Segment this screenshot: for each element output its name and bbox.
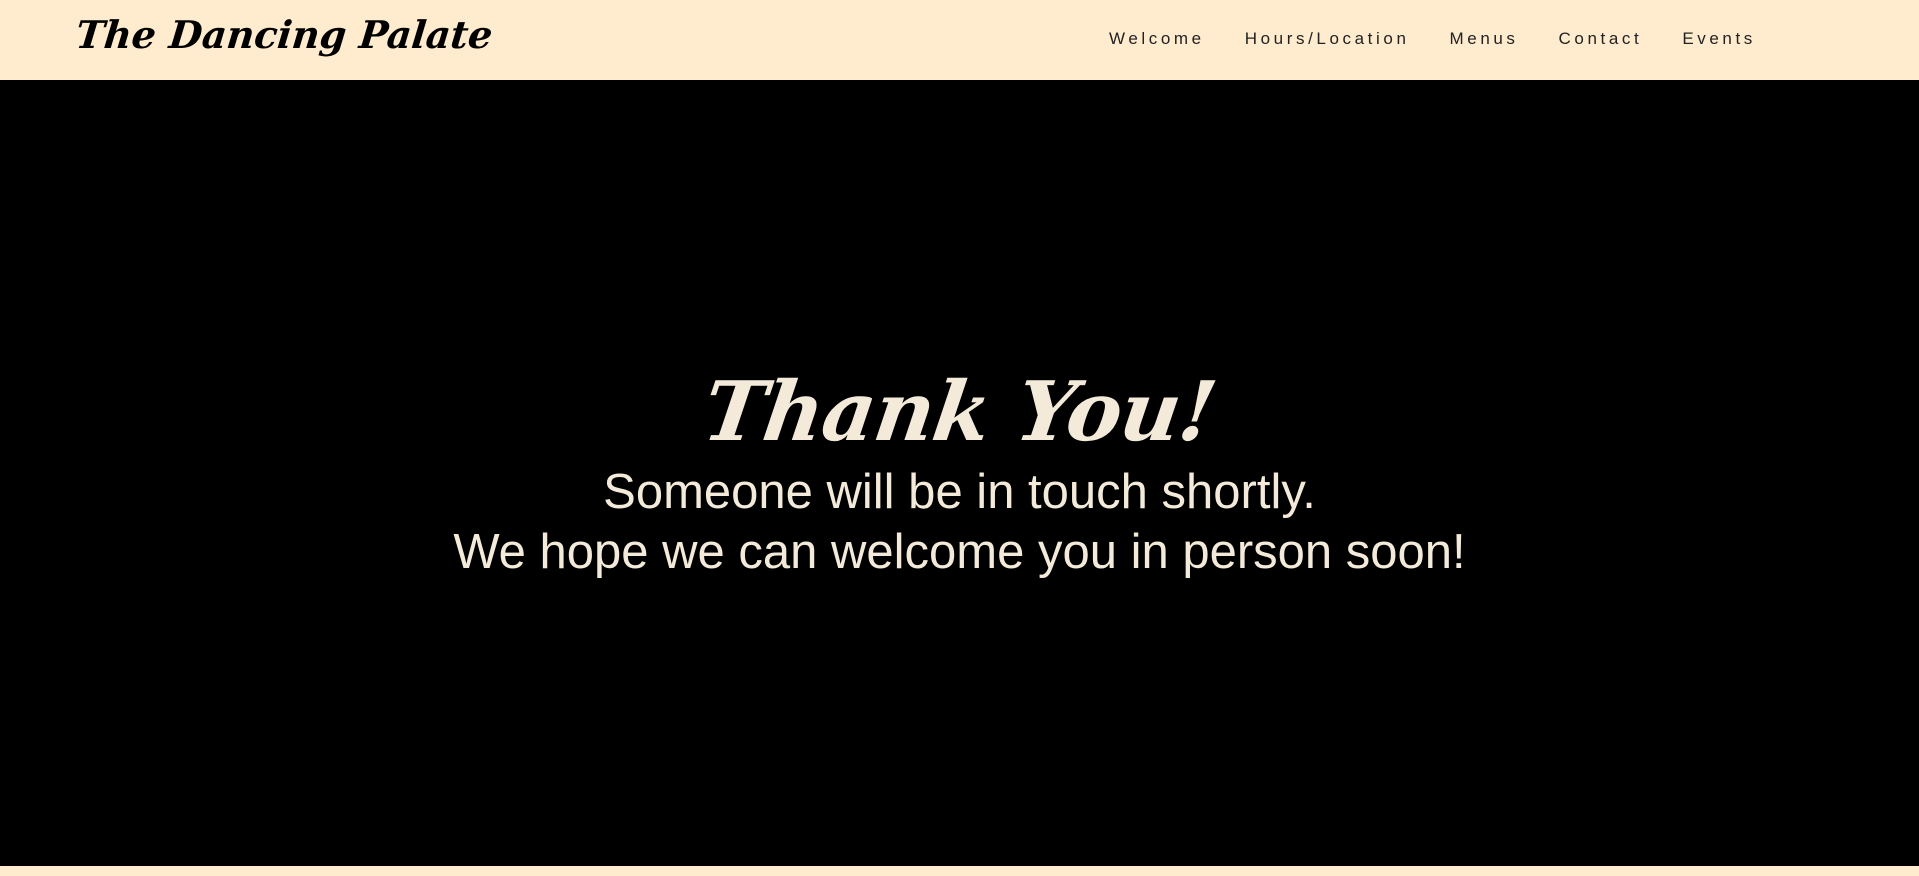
nav-welcome[interactable]: Welcome xyxy=(1109,28,1205,50)
hero-message-line-1: Someone will be in touch shortly. xyxy=(603,465,1316,519)
hero-section: Thank You! Someone will be in touch shor… xyxy=(0,80,1919,866)
hero-message-line-2: We hope we can welcome you in person soo… xyxy=(453,525,1466,579)
footer-strip xyxy=(0,866,1919,876)
hero-content: Thank You! Someone will be in touch shor… xyxy=(0,362,1919,582)
main-nav: Welcome Hours/Location Menus Contact Eve… xyxy=(1109,28,1756,50)
hero-title: Thank You! xyxy=(697,364,1222,460)
nav-contact[interactable]: Contact xyxy=(1559,28,1643,50)
nav-events[interactable]: Events xyxy=(1682,28,1756,50)
nav-menus[interactable]: Menus xyxy=(1450,28,1519,50)
nav-hours-location[interactable]: Hours/Location xyxy=(1245,28,1410,50)
site-logo[interactable]: The Dancing Palate xyxy=(73,10,495,60)
site-header: The Dancing Palate Welcome Hours/Locatio… xyxy=(0,0,1919,80)
